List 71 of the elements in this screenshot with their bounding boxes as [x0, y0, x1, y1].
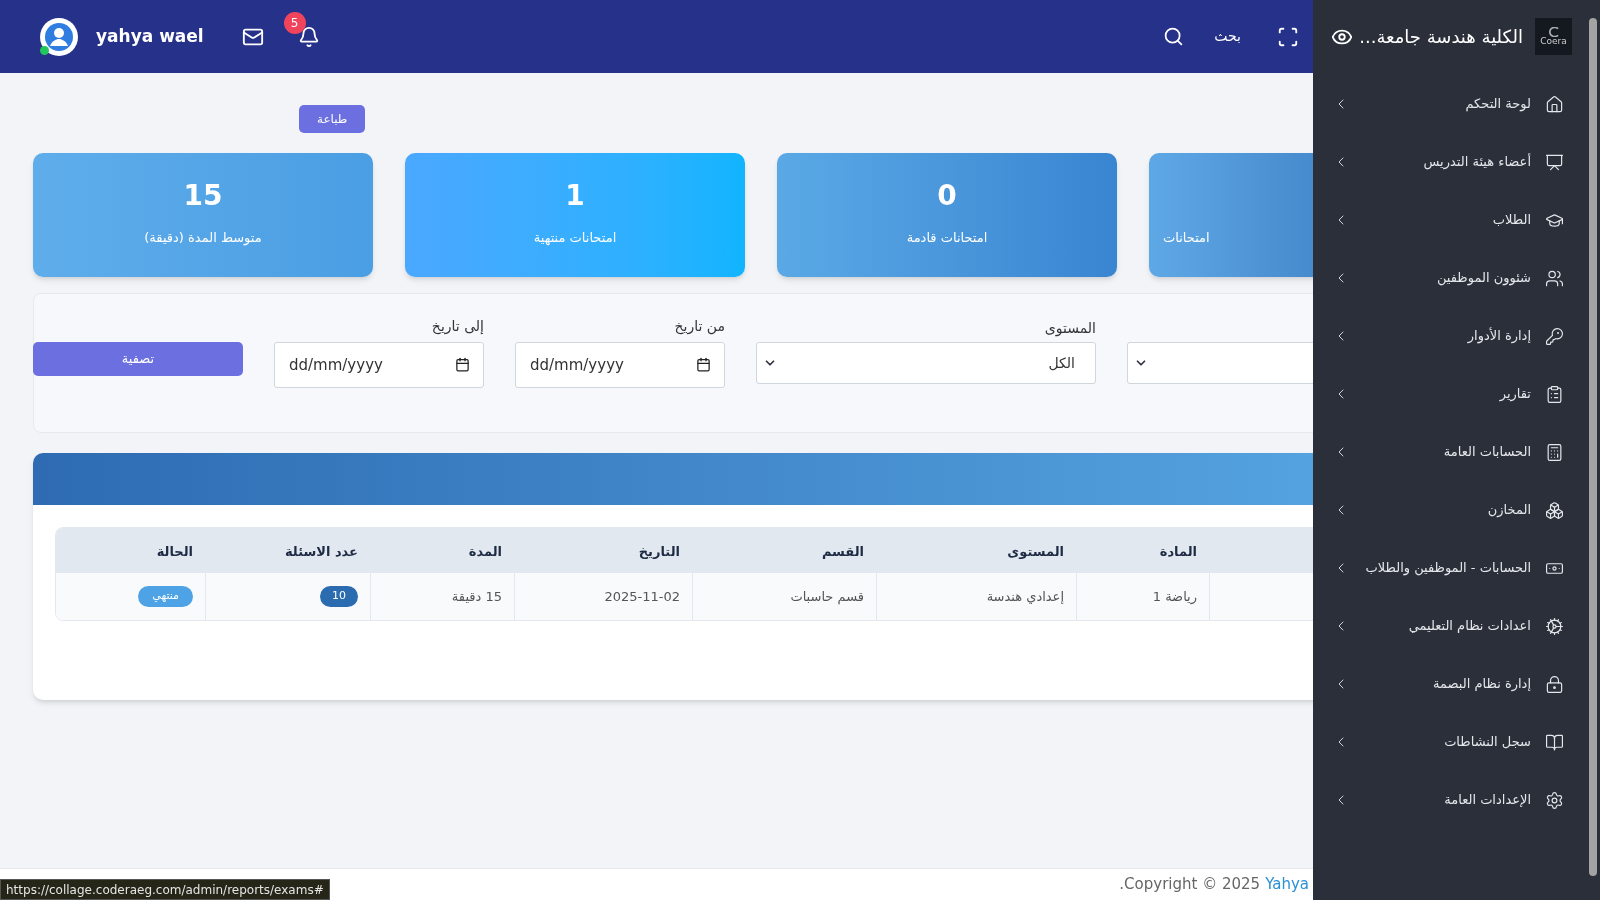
sidebar-item[interactable]: الإعدادات العامة: [1313, 771, 1585, 829]
sidebar-item[interactable]: شئوون الموظفين: [1313, 249, 1585, 307]
stat-label: امتحانات: [1163, 229, 1210, 248]
logo-mark-icon: [1547, 27, 1560, 37]
field-label: المستوى: [1044, 320, 1096, 336]
calculator-icon: [1545, 442, 1564, 462]
board-icon: [1545, 152, 1564, 172]
date-field[interactable]: dd/mm/yyyy: [274, 342, 484, 388]
count-badge: 10: [320, 586, 358, 607]
select-field[interactable]: الكل: [756, 342, 1096, 384]
lock-icon: [1545, 674, 1564, 694]
copyright-text: .Copyright © 2025: [1119, 874, 1261, 896]
logo-text: Coera: [1540, 37, 1567, 46]
stat-value: 0: [937, 182, 957, 211]
table-cell-text: 2025-11-02: [604, 587, 680, 606]
select-value: الكل: [1048, 353, 1075, 373]
fullscreen-icon[interactable]: [1277, 25, 1299, 48]
sidebar-item[interactable]: المخازن: [1313, 481, 1585, 539]
sidebar-item[interactable]: سجل النشاطات: [1313, 713, 1585, 771]
sidebar-title: الكلية هندسة جامعة...: [1359, 25, 1523, 49]
table-cell-text: إعدادي هندسة: [986, 587, 1064, 606]
field-label: من تاريخ: [673, 317, 725, 337]
clipboard-icon: [1545, 384, 1564, 404]
search-icon[interactable]: [1163, 26, 1185, 47]
home-icon: [1545, 94, 1564, 114]
table-cell-text: رياضة 1: [1152, 587, 1197, 607]
avatar[interactable]: [40, 17, 78, 56]
filter-button[interactable]: تصفية: [33, 342, 243, 376]
stat-label: امتحانات منتهية: [533, 229, 617, 248]
column-header: الحالة: [156, 543, 193, 559]
column-header: المستوى: [1007, 543, 1064, 559]
table-cell-text: 15 دقيقة: [451, 587, 502, 606]
sidebar-item[interactable]: الحسابات - الموظفين والطلاب: [1313, 539, 1585, 597]
sidebar-item[interactable]: إدارة الأدوار: [1313, 307, 1585, 365]
scrollbar[interactable]: [1585, 0, 1600, 900]
sidebar-item[interactable]: الحسابات العامة: [1313, 423, 1585, 481]
sidebar-item[interactable]: الطلاب: [1313, 191, 1585, 249]
cog-icon: [1545, 616, 1564, 636]
user-icon: [44, 21, 74, 52]
stat-value: 15: [183, 182, 223, 211]
search-label[interactable]: بحث: [1214, 26, 1241, 47]
sidebar-item[interactable]: لوحة التحكم: [1313, 75, 1585, 133]
calendar-icon: [696, 357, 711, 372]
stat-label: امتحانات قادمة: [906, 229, 988, 248]
field-label: إلى تاريخ: [430, 317, 484, 337]
column-header: عدد الاسئلة: [285, 543, 358, 559]
stat-label: متوسط المدة (دقيقة): [144, 229, 262, 248]
table-cell-text: قسم حاسبات: [790, 587, 864, 607]
book-icon: [1545, 732, 1564, 752]
column-header: المدة: [468, 543, 502, 559]
sidebar-item[interactable]: أعضاء هيئة التدريس: [1313, 133, 1585, 191]
status-badge: منتهي: [138, 586, 193, 607]
bell-icon[interactable]: [297, 25, 320, 48]
users-icon: [1545, 268, 1564, 288]
sidebar-item[interactable]: إدارة نظام البصمة: [1313, 655, 1585, 713]
print-button[interactable]: طباعة: [299, 105, 366, 133]
settings-icon: [1545, 790, 1564, 810]
boxes-icon: [1545, 500, 1564, 520]
notification-badge: 5: [283, 11, 306, 34]
user-name[interactable]: yahya wael: [96, 23, 204, 50]
calendar-icon: [455, 357, 470, 372]
column-header: القسم: [821, 543, 864, 559]
stat-value: 1: [565, 182, 585, 211]
sidebar-item[interactable]: تقارير: [1313, 365, 1585, 423]
date-field[interactable]: dd/mm/yyyy: [515, 342, 725, 388]
column-header: المادة: [1159, 543, 1197, 559]
author-link[interactable]: Yahya: [1265, 873, 1309, 896]
status-url-tooltip: https://collage.coderaeg.com/admin/reports/exams#: [0, 879, 330, 900]
column-header: التاريخ: [638, 543, 680, 559]
key-icon: [1545, 326, 1564, 346]
sidebar-item[interactable]: اعدادات نظام التعليمي: [1313, 597, 1585, 655]
